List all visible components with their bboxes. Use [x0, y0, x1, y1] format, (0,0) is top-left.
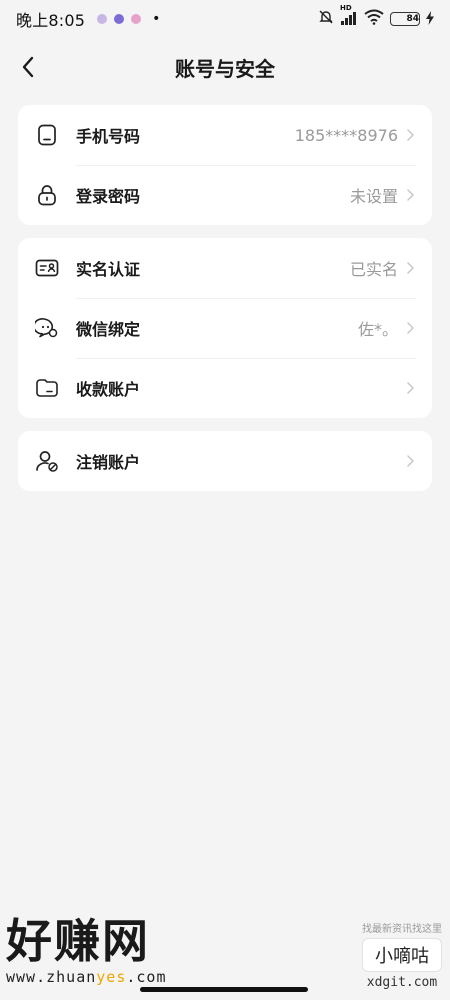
- settings-group-login: 手机号码 185****8976 登录密码 未设置: [18, 105, 432, 225]
- page-title: 账号与安全: [175, 56, 275, 81]
- watermark-url: xdgit.com: [366, 975, 438, 990]
- setting-label: 微信绑定: [76, 320, 141, 339]
- home-indicator[interactable]: [140, 987, 308, 992]
- mute-bell-icon: [318, 9, 334, 29]
- chevron-right-icon: [404, 322, 416, 334]
- setting-row-real-name[interactable]: 实名认证 已实名: [18, 238, 432, 298]
- wifi-icon: [364, 9, 384, 29]
- setting-label: 实名认证: [76, 260, 141, 279]
- watermark-title: 好赚网: [6, 914, 150, 968]
- status-bar: 晚上8:05 • HD 84: [0, 0, 450, 38]
- battery-indicator: 84: [390, 12, 420, 26]
- lock-icon: [34, 182, 60, 208]
- watermark-url-part: www.zhuan: [6, 968, 97, 986]
- chevron-left-icon: [22, 56, 34, 78]
- setting-row-wechat[interactable]: 微信绑定 佐*。: [18, 298, 432, 358]
- watermark-url: www.zhuanyes.com: [6, 968, 167, 986]
- signal-icon: HD: [340, 4, 358, 29]
- watermark-brand: 小嘀咕: [362, 938, 442, 972]
- chevron-right-icon: [404, 189, 416, 201]
- setting-label: 手机号码: [76, 127, 141, 146]
- hd-badge: HD: [340, 3, 352, 12]
- settings-group-account: 注销账户: [18, 431, 432, 491]
- chevron-right-icon: [404, 129, 416, 141]
- watermark-url-part: .com: [126, 968, 167, 986]
- setting-value: 未设置: [349, 187, 398, 206]
- charging-icon: [426, 10, 434, 29]
- watermark-right: 找最新资讯找这里 小嘀咕 xdgit.com: [362, 920, 442, 990]
- setting-value: 已实名: [349, 260, 398, 279]
- id-card-icon: [34, 255, 60, 281]
- setting-label: 收款账户: [76, 380, 141, 399]
- user-cancel-icon: [34, 448, 60, 474]
- more-notifications-icon: •: [152, 11, 161, 27]
- chevron-right-icon: [404, 262, 416, 274]
- notification-icons: •: [97, 11, 160, 27]
- setting-row-cancel-account[interactable]: 注销账户: [18, 431, 432, 491]
- setting-row-phone[interactable]: 手机号码 185****8976: [18, 105, 432, 165]
- chevron-right-icon: [404, 382, 416, 394]
- watermark-left: 好赚网 www.zhuanyes.com: [6, 918, 167, 986]
- setting-value: 佐*。: [357, 320, 398, 339]
- settings-group-identity: 实名认证 已实名 微信绑定 佐*。 收款账户: [18, 238, 432, 418]
- watermark-tagline: 找最新资讯找这里: [362, 924, 442, 935]
- phone-icon: [34, 122, 60, 148]
- status-time: 晚上8:05: [16, 11, 86, 30]
- app-notification-icon: [97, 14, 108, 24]
- setting-label: 注销账户: [76, 453, 141, 472]
- chevron-right-icon: [404, 455, 416, 467]
- battery-level: 84: [406, 14, 419, 24]
- setting-label: 登录密码: [76, 187, 141, 206]
- nav-bar: 账号与安全: [0, 42, 450, 92]
- back-button[interactable]: [10, 48, 46, 86]
- setting-row-payment-account[interactable]: 收款账户: [18, 358, 432, 418]
- watermark-url-part: yes: [96, 968, 127, 986]
- wallet-icon: [34, 375, 60, 401]
- setting-row-password[interactable]: 登录密码 未设置: [18, 165, 432, 225]
- app-notification-icon: [114, 14, 125, 24]
- setting-value: 185****8976: [294, 125, 398, 145]
- app-notification-icon: [131, 14, 142, 24]
- wechat-icon: [34, 315, 60, 341]
